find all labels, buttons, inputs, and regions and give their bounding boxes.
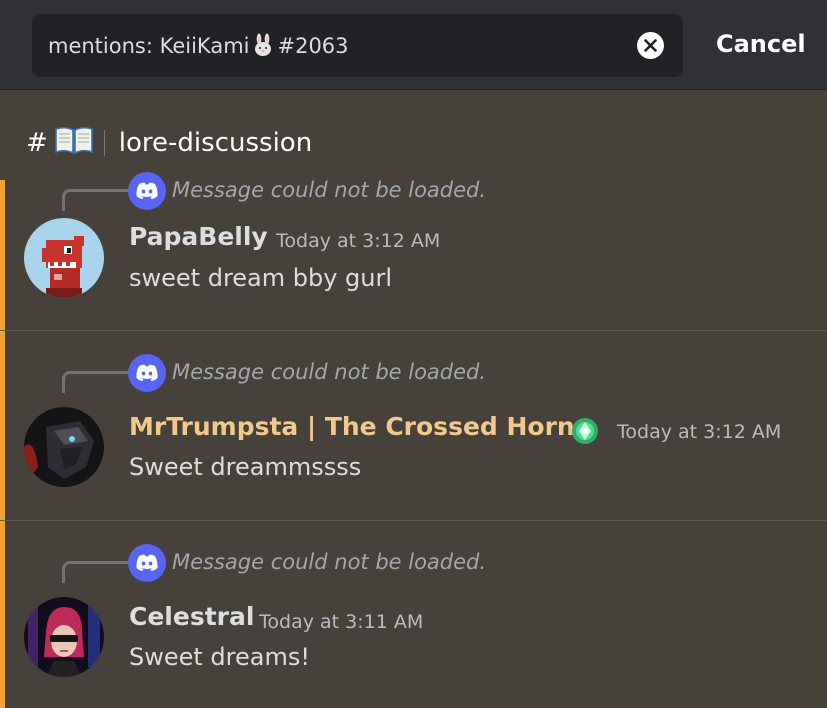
message-content: sweet dream bby gurl (129, 264, 393, 292)
username[interactable]: PapaBelly (129, 222, 268, 251)
reply-preview: Message could not be loaded. (172, 178, 487, 202)
reply-connector (62, 371, 128, 393)
discord-logo-icon (128, 172, 166, 210)
discord-logo-icon (128, 544, 166, 582)
avatar[interactable] (24, 597, 104, 677)
search-query-suffix: #2063 (277, 34, 349, 58)
timestamp: Today at 3:12 AM (276, 230, 441, 252)
avatar[interactable] (24, 218, 104, 298)
message-content: Sweet dreammssss (129, 453, 362, 481)
reply-preview: Message could not be loaded. (172, 360, 487, 384)
search-results: # lore-discussion Message could not be l… (0, 90, 827, 708)
nitro-gem-icon (571, 417, 599, 445)
reply-preview: Message could not be loaded. (172, 550, 487, 574)
reply-connector (62, 561, 128, 583)
discord-logo-icon (128, 354, 166, 392)
channel-hash: # (26, 128, 48, 158)
clear-icon (644, 39, 657, 52)
search-result-item[interactable]: Message could not be loaded. Celestral T… (0, 521, 827, 708)
timestamp: Today at 3:11 AM (259, 611, 424, 633)
search-result-item[interactable]: Message could not be loaded. PapaBelly T… (0, 172, 827, 330)
search-result-item[interactable]: Message could not be loaded. MrTrumpsta … (0, 331, 827, 520)
message-content: Sweet dreams! (129, 643, 310, 671)
avatar[interactable] (24, 407, 104, 487)
username[interactable]: Celestral (129, 602, 254, 631)
search-header: mentions: KeiiKami #2063 Cancel (0, 0, 827, 90)
channel-separator (103, 130, 105, 156)
reply-connector (62, 189, 128, 211)
search-input[interactable]: mentions: KeiiKami #2063 (32, 14, 683, 77)
search-query-prefix: mentions: KeiiKami (48, 34, 250, 58)
book-emoji-icon (54, 125, 94, 162)
search-query: mentions: KeiiKami #2063 (48, 33, 349, 62)
channel-name: lore-discussion (118, 128, 313, 158)
rabbit-emoji-icon (251, 33, 275, 62)
clear-search-button[interactable] (637, 32, 664, 59)
channel-header[interactable]: # lore-discussion (26, 126, 312, 160)
username[interactable]: MrTrumpsta | The Crossed Horns (129, 412, 590, 441)
timestamp: Today at 3:12 AM (617, 421, 782, 443)
cancel-button[interactable]: Cancel (716, 30, 806, 58)
